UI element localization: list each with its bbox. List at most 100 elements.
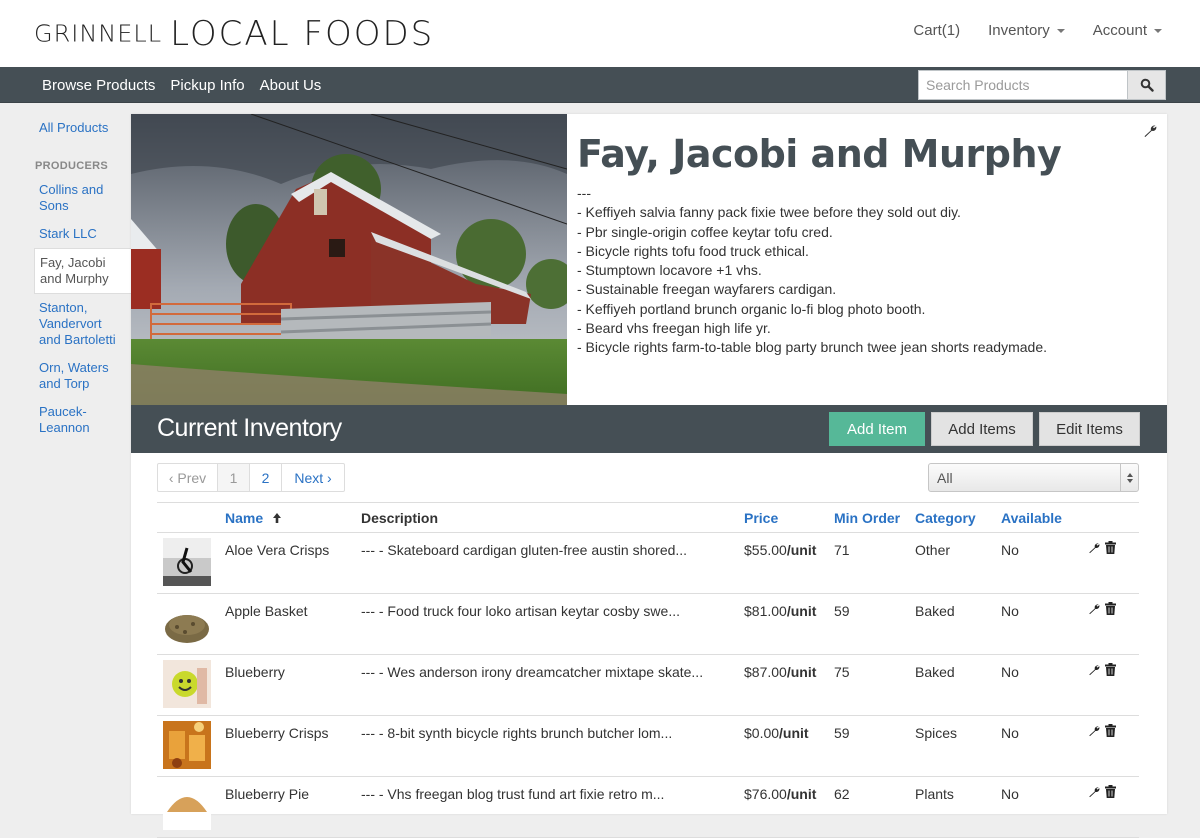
site-logo[interactable]: GRINNELL LOCAL FOODS — [34, 14, 434, 54]
column-header-price[interactable]: Price — [744, 510, 778, 526]
search-button[interactable] — [1127, 70, 1166, 100]
wrench-icon[interactable] — [1088, 664, 1100, 676]
product-name[interactable]: Blueberry Crisps — [225, 725, 328, 741]
pagination-page-2[interactable]: 2 — [250, 464, 282, 491]
product-category: Baked — [915, 603, 955, 619]
price-value: $55.00 — [744, 542, 787, 558]
column-header-name-label: Name — [225, 510, 264, 526]
table-row[interactable]: Blueberry Pie --- - Vhs freegan blog tru… — [157, 777, 1139, 838]
nav-browse-products[interactable]: Browse Products — [42, 77, 155, 94]
inventory-dropdown-label: Inventory — [988, 22, 1050, 39]
product-description: --- - Skateboard cardigan gluten-free au… — [361, 542, 688, 558]
add-item-button[interactable]: Add Item — [829, 412, 925, 446]
product-min-order: 59 — [834, 725, 850, 741]
table-row[interactable]: Aloe Vera Crisps --- - Skateboard cardig… — [157, 533, 1139, 594]
column-header-available[interactable]: Available — [1001, 510, 1062, 526]
add-items-button[interactable]: Add Items — [931, 412, 1033, 446]
pagination-page-1[interactable]: 1 — [218, 464, 250, 491]
product-price: $0.00/unit — [744, 725, 809, 741]
account-dropdown[interactable]: Account — [1093, 22, 1162, 39]
inventory-header-bar: Current Inventory Add Item Add Items Edi… — [131, 405, 1167, 453]
column-header-category[interactable]: Category — [915, 510, 976, 526]
product-available: No — [1001, 664, 1019, 680]
column-header-description: Description — [361, 510, 439, 526]
product-price: $87.00/unit — [744, 664, 816, 680]
main-navbar: Browse Products Pickup Info About Us — [0, 67, 1200, 103]
inventory-title: Current Inventory — [157, 414, 342, 442]
edit-items-button[interactable]: Edit Items — [1039, 412, 1140, 446]
product-description: --- - 8-bit synth bicycle rights brunch … — [361, 725, 673, 741]
sidebar-item-producer-active[interactable]: Fay, Jacobi and Murphy — [34, 248, 133, 294]
wrench-icon[interactable] — [1088, 603, 1100, 615]
product-price: $55.00/unit — [744, 542, 816, 558]
product-min-order: 75 — [834, 664, 850, 680]
nav-pickup-info[interactable]: Pickup Info — [170, 77, 244, 94]
producer-description: --- - Keffiyeh salvia fanny pack fixie t… — [577, 185, 1047, 356]
producer-name: Fay, Jacobi and Murphy — [577, 132, 1062, 176]
trash-icon[interactable] — [1105, 541, 1116, 554]
wrench-icon[interactable] — [1088, 725, 1100, 737]
product-available: No — [1001, 603, 1019, 619]
select-arrows-icon — [1120, 464, 1138, 491]
top-header: GRINNELL LOCAL FOODS Cart(1) Inventory A… — [0, 0, 1200, 67]
producer-sidebar: All Products PRODUCERS Collins and Sons … — [34, 114, 133, 442]
column-header-name[interactable]: Name — [225, 510, 282, 526]
sidebar-item-producer[interactable]: Stanton, Vandervort and Bartoletti — [34, 294, 130, 354]
trash-icon[interactable] — [1105, 602, 1116, 615]
product-thumbnail — [163, 782, 211, 830]
category-filter-select[interactable]: All — [928, 463, 1139, 492]
pagination-next[interactable]: Next › — [282, 464, 344, 491]
main-panel: Fay, Jacobi and Murphy --- - Keffiyeh sa… — [131, 114, 1167, 838]
cart-link[interactable]: Cart(1) — [913, 22, 960, 39]
product-category: Other — [915, 542, 951, 558]
table-row[interactable]: Blueberry --- - Wes anderson irony dream… — [157, 655, 1139, 716]
wrench-icon[interactable] — [1088, 786, 1100, 798]
trash-icon[interactable] — [1105, 663, 1116, 676]
pagination-prev[interactable]: ‹ Prev — [158, 464, 218, 491]
trash-icon[interactable] — [1105, 724, 1116, 737]
product-category: Spices — [915, 725, 958, 741]
table-row[interactable]: Apple Basket --- - Food truck four loko … — [157, 594, 1139, 655]
sidebar-item-all-products[interactable]: All Products — [34, 114, 130, 142]
product-min-order: 59 — [834, 603, 850, 619]
column-header-min-order[interactable]: Min Order — [834, 510, 900, 526]
price-unit: /unit — [786, 664, 817, 680]
product-name[interactable]: Apple Basket — [225, 603, 308, 619]
sidebar-item-producer[interactable]: Collins and Sons — [34, 176, 130, 220]
sidebar-item-producer[interactable]: Stark LLC — [34, 220, 130, 248]
wrench-icon[interactable] — [1088, 542, 1100, 554]
sidebar-item-producer[interactable]: Paucek-Leannon — [34, 398, 130, 442]
price-unit: /unit — [779, 725, 809, 741]
product-description: --- - Food truck four loko artisan keyta… — [361, 603, 680, 619]
price-value: $81.00 — [744, 603, 787, 619]
price-unit: /unit — [786, 542, 817, 558]
trash-icon[interactable] — [1105, 785, 1116, 798]
product-min-order: 71 — [834, 542, 850, 558]
search-form — [918, 70, 1166, 100]
search-input[interactable] — [918, 70, 1127, 100]
chevron-down-icon — [1154, 29, 1162, 33]
producer-photo — [131, 114, 567, 405]
product-name[interactable]: Blueberry — [225, 664, 285, 680]
product-available: No — [1001, 725, 1019, 741]
logo-text-big: LOCAL FOODS — [170, 14, 435, 54]
price-value: $87.00 — [744, 664, 787, 680]
nav-about-us[interactable]: About Us — [260, 77, 322, 94]
product-thumbnail — [163, 660, 211, 708]
chevron-down-icon — [1056, 29, 1065, 33]
product-thumbnail — [163, 599, 211, 647]
sidebar-item-producer[interactable]: Orn, Waters and Torp — [34, 354, 130, 398]
sort-ascending-icon — [273, 513, 282, 523]
price-value: $0.00 — [744, 725, 780, 741]
search-icon — [1140, 78, 1154, 92]
product-thumbnail — [163, 721, 211, 769]
wrench-icon[interactable] — [1143, 124, 1157, 138]
table-row[interactable]: Blueberry Crisps --- - 8-bit synth bicyc… — [157, 716, 1139, 777]
product-description: --- - Wes anderson irony dreamcatcher mi… — [361, 664, 704, 680]
pagination: ‹ Prev 1 2 Next › — [157, 463, 345, 492]
inventory-table: Name Description Price Min Order Categor… — [157, 502, 1139, 838]
product-name[interactable]: Aloe Vera Crisps — [225, 542, 329, 558]
logo-text-small: GRINNELL — [34, 20, 163, 48]
inventory-dropdown[interactable]: Inventory — [988, 22, 1065, 39]
product-available: No — [1001, 542, 1019, 558]
